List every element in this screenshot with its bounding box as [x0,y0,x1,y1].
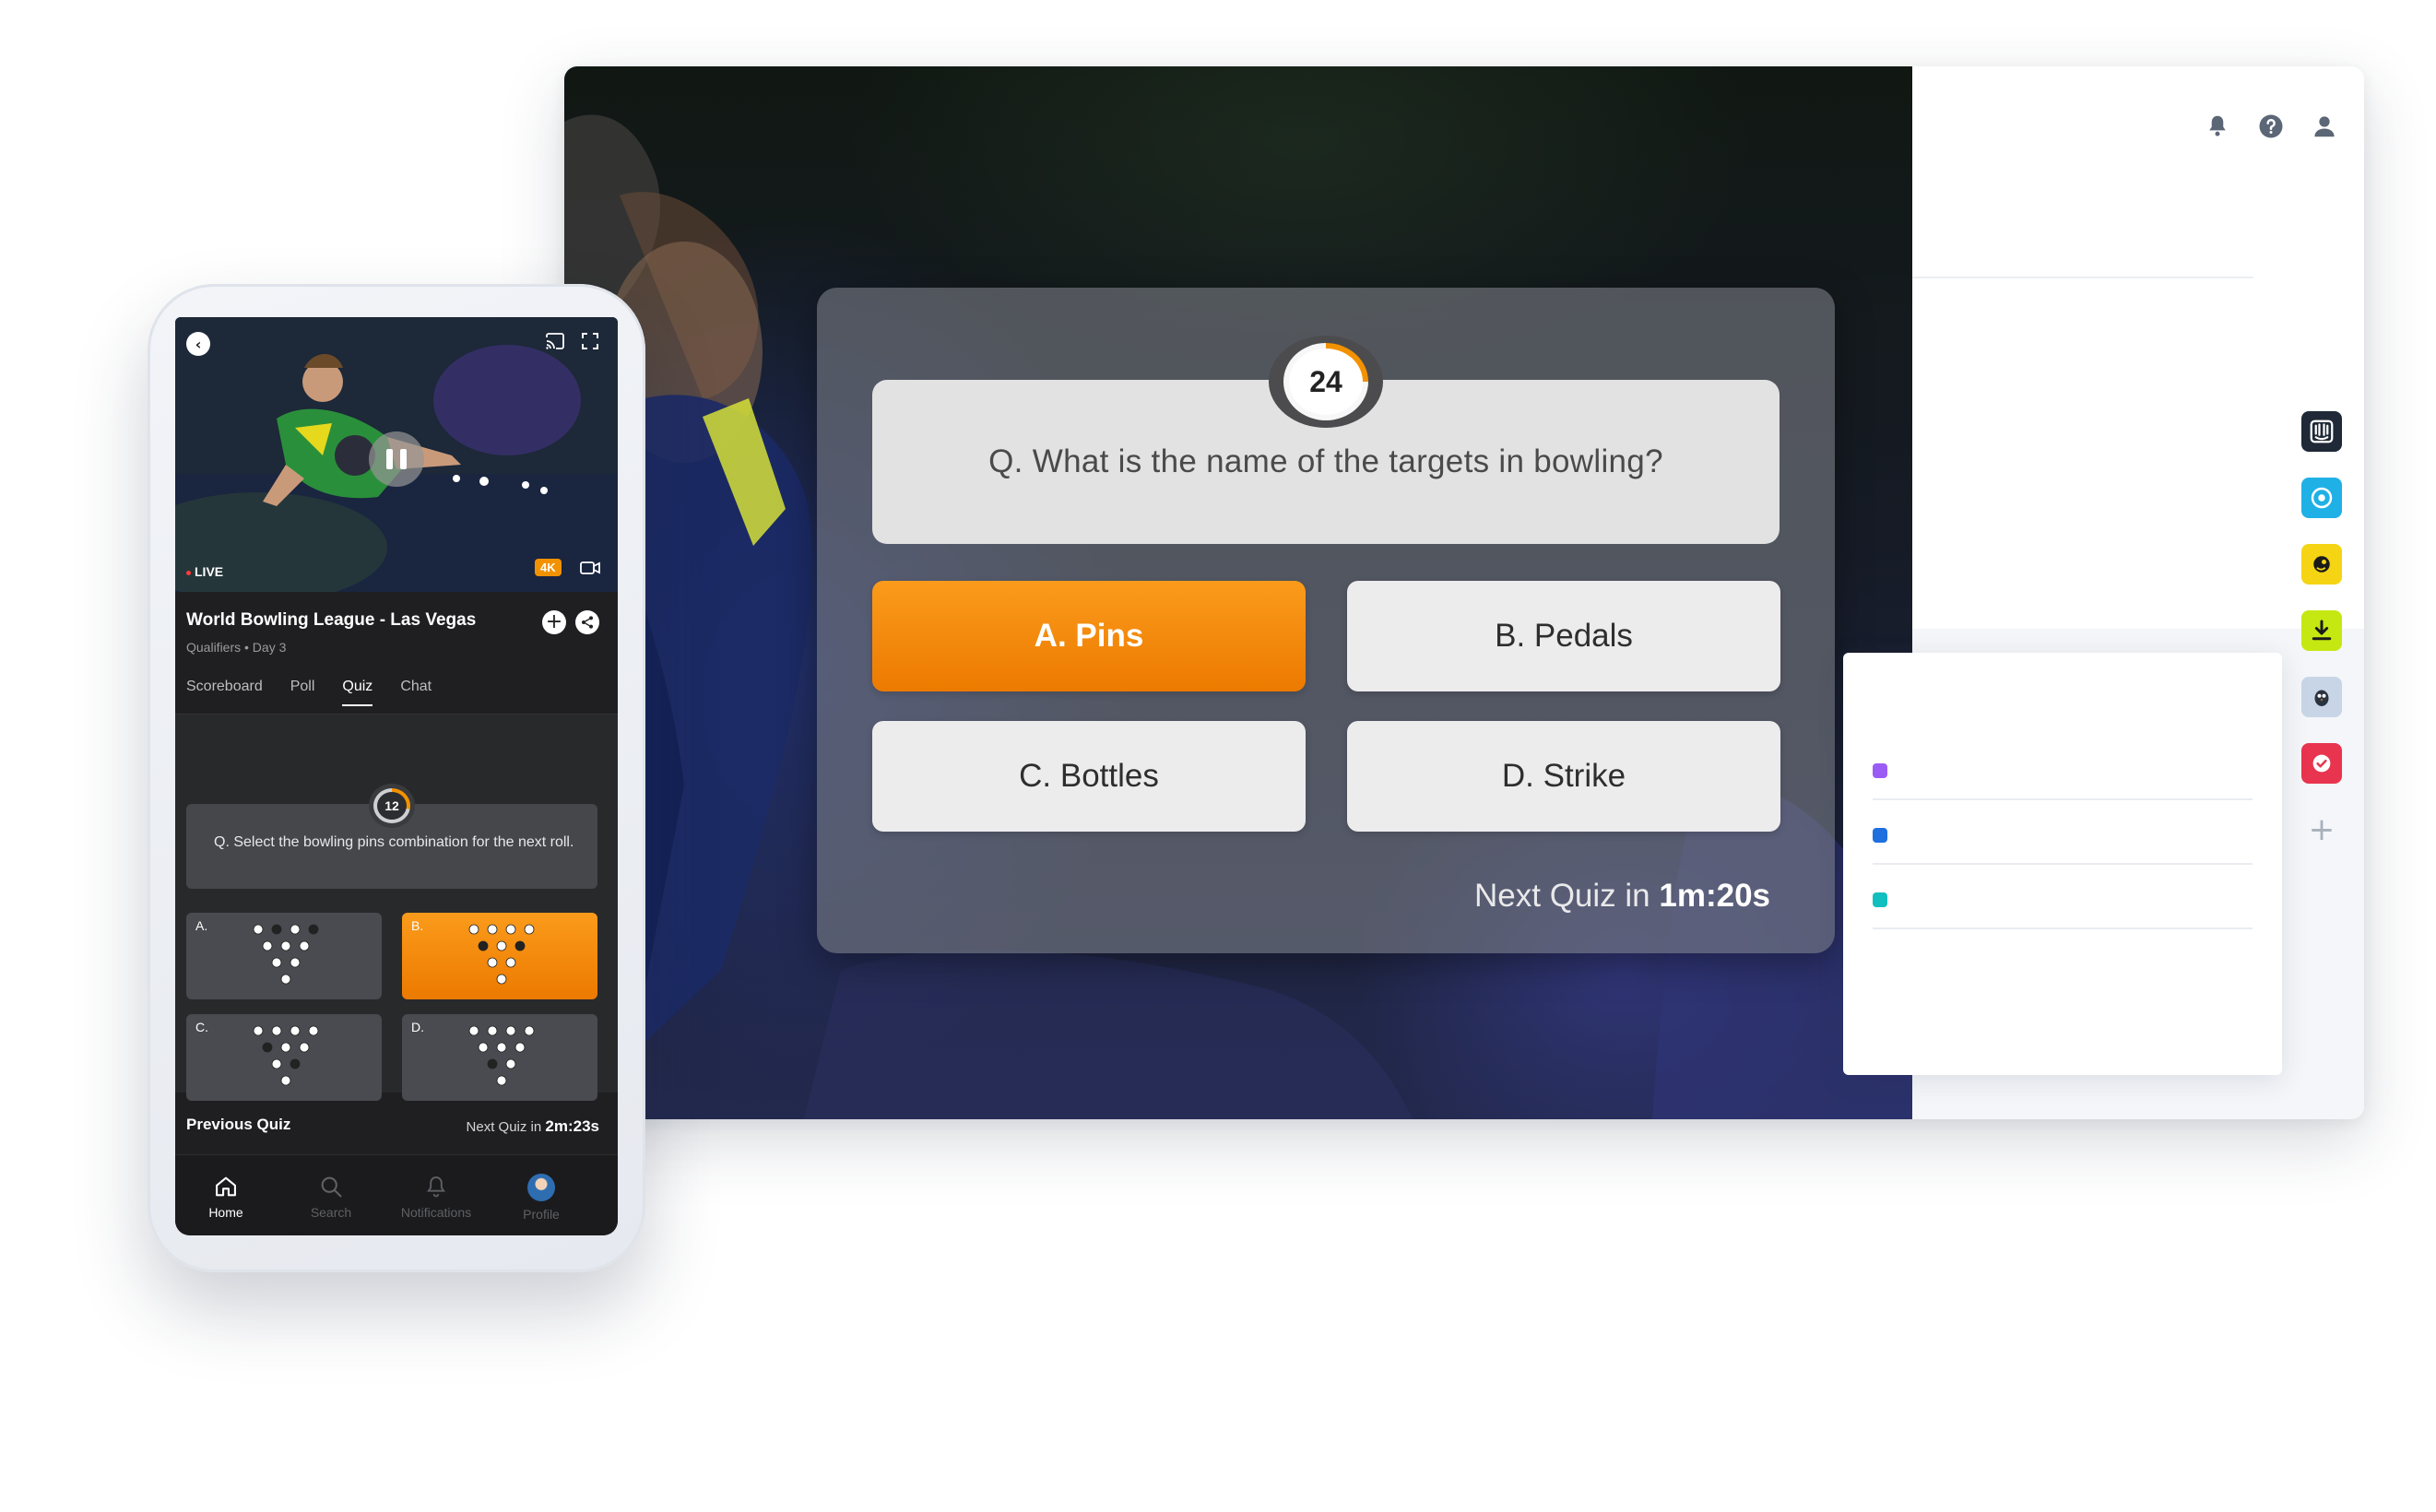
desktop-window: Q. What is the name of the targets in bo… [564,66,2364,1119]
header-divider [1912,277,2253,278]
home-icon [216,1176,236,1197]
todoist-app-icon[interactable] [2301,743,2342,784]
back-icon[interactable]: ‹ [186,332,210,356]
nav-notifications[interactable]: Notifications [385,1174,487,1220]
search-icon [321,1176,342,1198]
option-label: C. [195,1020,208,1034]
option-label: A. [195,918,208,933]
fullscreen-icon[interactable] [579,330,601,352]
countdown-timer: 24 [1269,336,1383,428]
mailchimp-app-icon[interactable] [2301,544,2342,585]
cast-icon[interactable] [544,330,566,352]
timer-value: 24 [1289,348,1363,415]
mobile-phone: ‹ LIVE 4K World Bowling League - Las Veg… [148,284,645,1272]
camera-switch-icon[interactable] [579,559,601,577]
live-video-background: Q. What is the name of the targets in bo… [564,66,1912,1119]
pin-diagram-a [253,924,319,985]
list-item[interactable] [1873,865,2253,929]
quiz-timer-value: 12 [377,792,407,820]
list-item-dot [1873,763,1887,778]
option-label: D. [411,1020,424,1034]
next-quiz-label: Next Quiz in [1474,878,1650,914]
next-quiz-time: 1m:20s [1659,878,1770,914]
answer-option-c[interactable]: C. Bottles [872,721,1306,832]
pause-button[interactable] [369,431,424,487]
content-tabs: Scoreboard Poll Quiz Chat [186,679,432,706]
phone-screen: ‹ LIVE 4K World Bowling League - Las Veg… [175,317,618,1235]
previous-quiz-link[interactable]: Previous Quiz [186,1116,290,1134]
list-item-dot [1873,828,1887,843]
pin-option-a[interactable]: A. [186,913,382,999]
next-quiz-countdown: Next Quiz in 1m:20s [1474,878,1770,915]
download-app-icon[interactable] [2301,610,2342,651]
list-item-dot [1873,892,1887,907]
bell-icon [427,1176,445,1198]
share-icon[interactable] [575,610,599,634]
live-badge: LIVE [186,564,223,579]
nav-profile-label: Profile [523,1207,560,1222]
pin-diagram-b [468,924,535,985]
bottom-navigation: Home Search Notifications Profile [175,1154,618,1235]
nav-search[interactable]: Search [280,1174,382,1220]
quality-badge[interactable]: 4K [535,559,562,576]
top-toolbar [2204,112,2338,140]
nav-notifications-label: Notifications [400,1205,472,1220]
app-rail: + [2301,411,2342,850]
tab-scoreboard[interactable]: Scoreboard [186,679,263,706]
avatar [527,1174,555,1201]
quiz-timer: 12 [369,784,415,828]
hootsuite-app-icon[interactable] [2301,677,2342,717]
event-title: World Bowling League - Las Vegas [186,610,477,630]
list-card [1843,653,2282,1075]
phone-next-quiz-label: Next Quiz in [466,1119,542,1135]
pin-option-c[interactable]: C. [186,1014,382,1101]
add-app-icon[interactable]: + [2301,809,2342,850]
phone-next-quiz: Next Quiz in 2m:23s [467,1117,599,1136]
answer-option-d[interactable]: D. Strike [1347,721,1780,832]
tab-poll[interactable]: Poll [290,679,315,706]
phone-video-player[interactable]: ‹ LIVE 4K [175,317,618,592]
intercom-app-icon[interactable] [2301,411,2342,452]
quiz-panel: Q. What is the name of the targets in bo… [817,288,1835,953]
nav-profile[interactable]: Profile [491,1174,592,1222]
answer-option-a[interactable]: A. Pins [872,581,1306,691]
pin-diagram-c [253,1025,319,1086]
list-item[interactable] [1873,736,2253,800]
venmo-app-icon[interactable] [2301,478,2342,518]
pin-diagram-d [468,1025,535,1086]
tab-quiz[interactable]: Quiz [342,679,373,706]
list-item[interactable] [1873,800,2253,865]
phone-next-quiz-time: 2m:23s [545,1117,599,1135]
nav-search-label: Search [310,1205,352,1220]
nav-home[interactable]: Home [175,1174,277,1220]
help-icon[interactable] [2257,112,2285,140]
tab-chat[interactable]: Chat [400,679,432,706]
event-subtitle: Qualifiers • Day 3 [186,640,287,655]
nav-home-label: Home [208,1205,243,1220]
user-icon[interactable] [2311,112,2338,140]
answer-option-b[interactable]: B. Pedals [1347,581,1780,691]
pin-option-b[interactable]: B. [402,913,597,999]
option-label: B. [411,918,424,933]
add-button[interactable]: + [542,610,566,634]
pin-option-d[interactable]: D. [402,1014,597,1101]
bell-icon[interactable] [2204,112,2231,140]
